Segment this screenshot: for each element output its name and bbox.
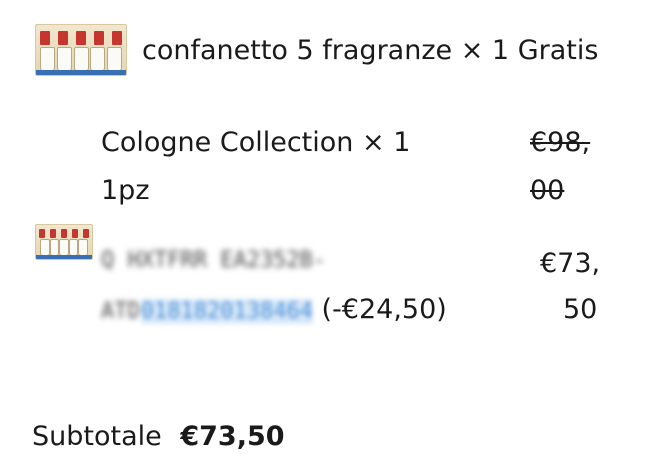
product-original-price-line1: €98, xyxy=(530,127,591,158)
product-item-line: Cologne Collection × 1 xyxy=(101,129,410,156)
discount-code-link[interactable]: 0181820138464 xyxy=(140,299,313,324)
subtotal-line: Subtotale €73,50 xyxy=(32,423,285,450)
gift-item-line: confanetto 5 fragranze × 1 Gratis xyxy=(142,37,598,64)
product-item-quantity: × 1 xyxy=(361,127,411,158)
final-price-line1: €73, xyxy=(540,248,601,279)
discount-code-line2: ATD0181820138464 (-€24,50) xyxy=(101,294,447,325)
product-item-unit: 1pz xyxy=(101,175,150,206)
subtotal-label: Subtotale xyxy=(32,421,162,452)
discount-code-line1: Q HXTFRR EA2352B- xyxy=(101,248,327,273)
discount-code-prefix: ATD xyxy=(101,299,141,324)
discount-amount: (-€24,50) xyxy=(321,294,447,325)
product-item-name: Cologne Collection xyxy=(101,127,354,158)
gift-item-name: confanetto 5 fragranze xyxy=(142,35,453,66)
discount-thumbnail-image xyxy=(35,224,93,260)
gift-item-quantity: × 1 xyxy=(460,35,510,66)
final-price-line2: 50 xyxy=(563,294,598,325)
gift-item-price: Gratis xyxy=(517,35,599,66)
gift-thumbnail-image xyxy=(35,24,127,76)
subtotal-value: €73,50 xyxy=(180,421,285,452)
product-original-price-line2: 00 xyxy=(530,175,565,206)
